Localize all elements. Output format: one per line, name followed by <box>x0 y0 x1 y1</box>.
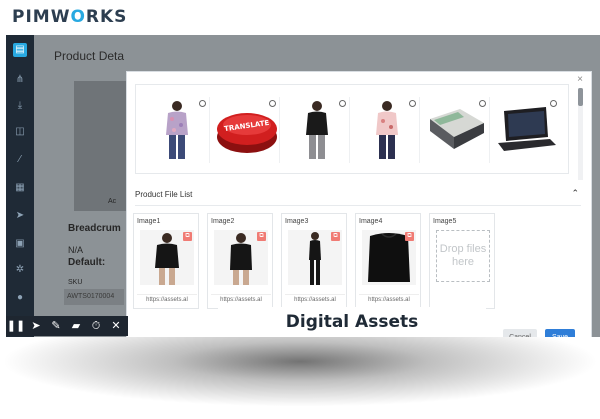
download-icon[interactable]: ⤓ <box>13 99 27 113</box>
pink-blouse-image <box>376 101 398 159</box>
screenshot-stage: PIMW O RKS ▤ ⋔ ⤓ ◫ ⁄ ▦ ➤ ▣ ✲ ● Product Det… <box>0 0 600 419</box>
select-radio[interactable] <box>479 100 486 107</box>
file-url: https://assets.al <box>137 294 197 305</box>
select-radio[interactable] <box>409 100 416 107</box>
file-label: Image4 <box>359 218 383 225</box>
save-button[interactable]: Save <box>545 329 575 337</box>
default-label: Default: <box>68 257 106 268</box>
file-card-image2[interactable]: Image2 ⧉ https://assets.al <box>207 213 273 309</box>
file-url: https://assets.al <box>359 294 419 305</box>
logo-text-start: PIMW <box>12 7 71 27</box>
na-text: N/A <box>68 245 84 255</box>
chevron-up-icon[interactable]: ⌃ <box>571 188 579 199</box>
cancel-button[interactable]: Cancel <box>503 329 537 337</box>
sidebar: ▤ ⋔ ⤓ ◫ ⁄ ▦ ➤ ▣ ✲ ● <box>6 35 34 337</box>
logo-text-end: RKS <box>85 7 128 27</box>
scrollbar-thumb[interactable] <box>578 88 583 106</box>
digital-assets-modal: × TRANSLATE Product File List ⌃ Image1 ⧉… <box>126 71 592 337</box>
select-radio[interactable] <box>199 100 206 107</box>
video-caption: Digital Assets <box>218 307 486 337</box>
black-top-image <box>306 101 328 159</box>
pimworks-logo: PIMW O RKS <box>12 6 127 28</box>
select-radio[interactable] <box>269 100 276 107</box>
translate-button-image: TRANSLATE <box>217 113 277 153</box>
app-window: ▤ ⋔ ⤓ ◫ ⁄ ▦ ➤ ▣ ✲ ● Product Deta Breadcr… <box>6 35 600 337</box>
logo-text-o: O <box>70 7 86 27</box>
file-url: https://assets.al <box>285 294 345 305</box>
file-card-image3[interactable]: Image3 ⧉ https://assets.al <box>281 213 347 309</box>
laptop-open-image <box>430 109 484 149</box>
close-icon[interactable]: ✕ <box>106 316 126 336</box>
breadcrumb-label: Breadcrum <box>68 223 121 234</box>
file-card-image4[interactable]: Image4 ⧉ https://assets.al <box>355 213 421 309</box>
gallery-item-laptop-dark[interactable] <box>494 97 560 163</box>
delete-icon[interactable]: ⧉ <box>405 232 414 241</box>
sku-label: SKU <box>68 279 83 286</box>
drop-zone[interactable]: Drop files here <box>436 230 490 282</box>
delete-icon[interactable]: ⧉ <box>183 232 192 241</box>
delete-icon[interactable]: ⧉ <box>257 232 266 241</box>
screen-recorder-toolbar: ❚❚ ➤ ✎ ▰ ⏱ ✕ <box>6 316 128 336</box>
database-icon[interactable]: ▤ <box>13 43 27 57</box>
gallery-item-laptop-open[interactable] <box>424 97 490 163</box>
gallery-item-black-top[interactable] <box>284 97 350 163</box>
file-label: Image2 <box>211 218 235 225</box>
file-card-image5[interactable]: Image5 Drop files here <box>429 213 495 309</box>
asset-gallery: TRANSLATE <box>135 84 569 174</box>
product-file-list-header[interactable]: Product File List ⌃ <box>135 184 581 206</box>
file-card-image1[interactable]: Image1 ⧉ https://assets.al <box>133 213 199 309</box>
cursor-icon[interactable]: ➤ <box>26 316 46 336</box>
pause-icon[interactable]: ❚❚ <box>6 316 26 336</box>
drop-shadow <box>0 337 600 407</box>
file-label: Image1 <box>137 218 161 225</box>
file-url: https://assets.al <box>211 294 271 305</box>
send-icon[interactable]: ➤ <box>13 209 27 223</box>
eraser-icon[interactable]: ▰ <box>66 316 86 336</box>
select-radio[interactable] <box>339 100 346 107</box>
page-title: Product Deta <box>54 49 125 63</box>
gallery-item-translate[interactable]: TRANSLATE <box>214 97 280 163</box>
section-title: Product File List <box>135 190 193 199</box>
calendar-icon[interactable]: ▣ <box>13 237 27 251</box>
gallery-item-pink-blouse[interactable] <box>354 97 420 163</box>
gear-icon[interactable]: ✲ <box>13 263 27 277</box>
wand-icon[interactable]: ⁄ <box>13 153 27 167</box>
laptop-dark-image <box>498 107 556 151</box>
hierarchy-icon[interactable]: ⋔ <box>13 73 27 87</box>
timer-icon[interactable]: ⏱ <box>86 316 106 336</box>
file-label: Image5 <box>433 218 457 225</box>
file-label: Image3 <box>285 218 309 225</box>
select-radio[interactable] <box>550 100 557 107</box>
modal-scrollbar[interactable] <box>578 88 583 180</box>
floral-blouse-image <box>166 101 188 159</box>
product-image-placeholder <box>74 81 130 211</box>
sku-field[interactable]: AWTS0170004 <box>64 289 124 305</box>
small-button[interactable]: Ac <box>108 198 116 205</box>
close-icon[interactable]: × <box>577 74 583 85</box>
gallery-item-floral-blouse[interactable] <box>144 97 210 163</box>
box-icon[interactable]: ◫ <box>13 125 27 139</box>
grid-icon[interactable]: ▦ <box>13 181 27 195</box>
user-icon[interactable]: ● <box>13 291 27 305</box>
pen-icon[interactable]: ✎ <box>46 316 66 336</box>
delete-icon[interactable]: ⧉ <box>331 232 340 241</box>
